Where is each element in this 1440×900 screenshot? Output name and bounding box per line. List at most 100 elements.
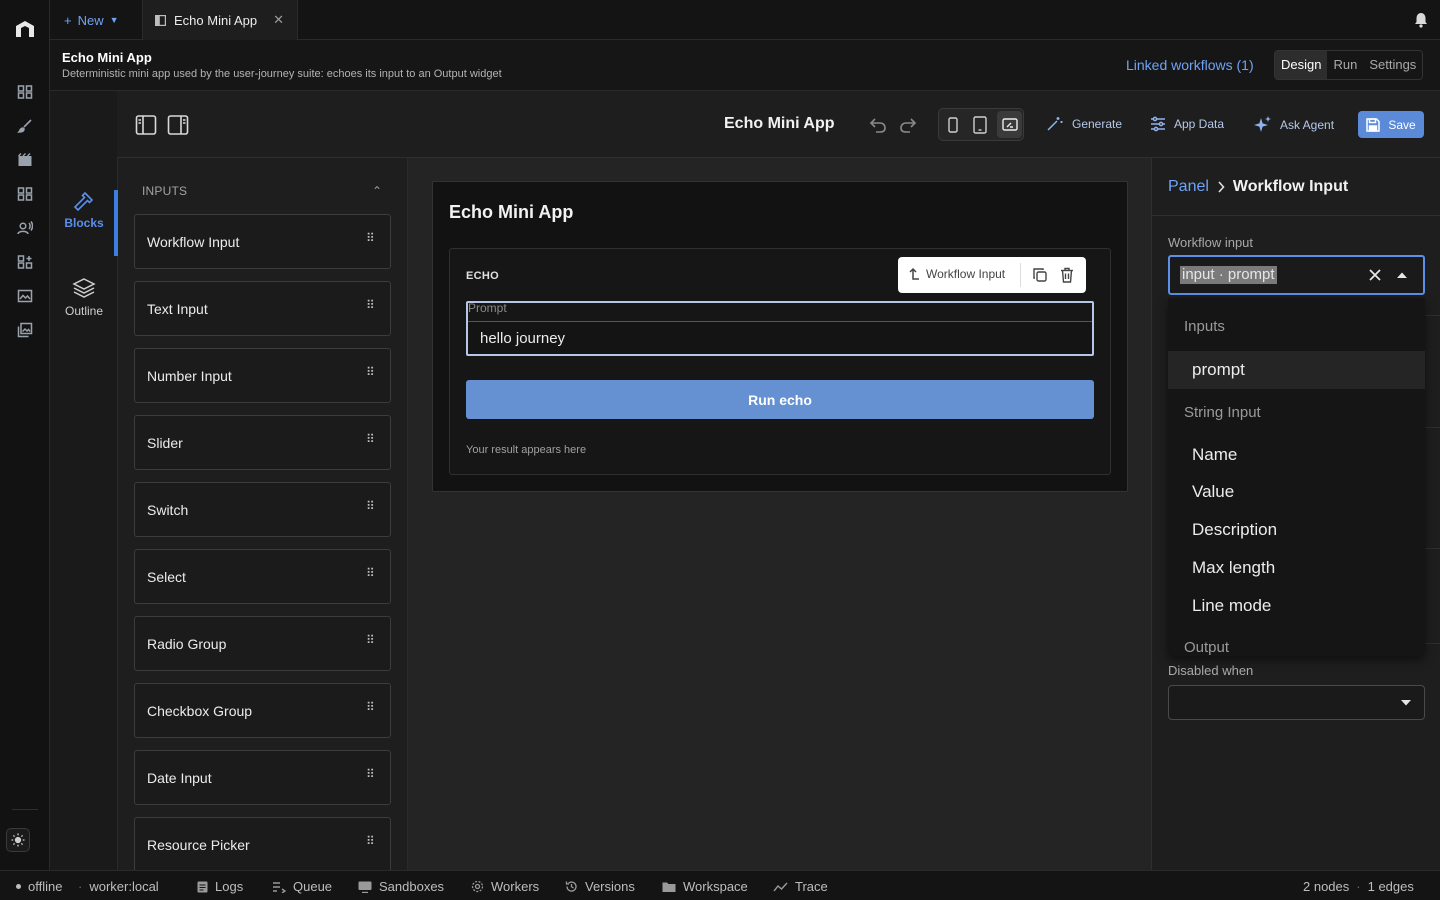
voice-agent-icon[interactable] <box>13 216 37 240</box>
mode-tabs: Design Run Settings <box>1274 50 1424 80</box>
drag-handle-icon[interactable]: ⠿ <box>366 768 375 780</box>
arrow-up-left-icon <box>909 267 919 280</box>
film-icon[interactable] <box>13 148 37 172</box>
drag-handle-icon[interactable]: ⠿ <box>366 366 375 378</box>
dropdown-option-max-length[interactable]: Max length <box>1168 549 1425 587</box>
select-parent-button[interactable]: Workflow Input <box>908 267 1005 281</box>
tab-design[interactable]: Design <box>1275 51 1328 79</box>
tab-run[interactable]: Run <box>1327 51 1363 79</box>
dropdown-option-line-mode[interactable]: Line mode <box>1168 587 1425 625</box>
disabled-when-label: Disabled when <box>1168 663 1254 678</box>
close-tab-icon[interactable]: ✕ <box>273 12 284 28</box>
drag-handle-icon[interactable]: ⠿ <box>366 232 375 244</box>
dropdown-option-name[interactable]: Name <box>1168 436 1425 474</box>
outline-tab[interactable]: Outline <box>50 276 118 336</box>
workflow-input-combobox[interactable]: input · prompt <box>1168 255 1425 295</box>
block-number-input[interactable]: Number Input ⠿ <box>134 348 391 403</box>
dropdown-option-value[interactable]: Value <box>1168 473 1425 511</box>
gallery-icon[interactable] <box>13 284 37 308</box>
trace-button[interactable]: Trace <box>773 879 828 894</box>
block-label: Date Input <box>147 769 212 786</box>
trace-label: Trace <box>795 879 828 894</box>
notifications-bell-icon[interactable] <box>1414 12 1428 28</box>
breadcrumb-panel-link[interactable]: Panel <box>1168 178 1209 196</box>
blocks-tab[interactable]: Blocks <box>50 190 118 258</box>
dropdown-option-description[interactable]: Description <box>1168 511 1425 549</box>
caret-up-icon[interactable] <box>1396 271 1408 279</box>
combobox-value[interactable]: input · prompt <box>1180 266 1277 284</box>
block-radio-group[interactable]: Radio Group ⠿ <box>134 616 391 671</box>
ask-agent-button[interactable]: Ask Agent <box>1254 116 1334 134</box>
tab-bar: + New ▼ Echo Mini App ✕ <box>50 0 1440 40</box>
toggle-left-panel-icon[interactable] <box>135 114 157 136</box>
chevron-up-icon[interactable]: ⌃ <box>372 184 382 198</box>
run-echo-button[interactable]: Run echo <box>466 380 1094 419</box>
linked-workflows-link[interactable]: Linked workflows (1) <box>1126 57 1254 73</box>
block-label: Select <box>147 568 186 585</box>
prompt-input[interactable]: hello journey <box>468 321 1092 354</box>
caret-down-icon <box>1400 699 1412 707</box>
magic-wand-icon <box>1047 117 1063 131</box>
block-text-input[interactable]: Text Input ⠿ <box>134 281 391 336</box>
app-data-button[interactable]: App Data <box>1150 116 1224 132</box>
history-icon <box>565 881 577 892</box>
section-divider <box>1425 315 1440 316</box>
block-resource-picker[interactable]: Resource Picker ⠿ <box>134 817 391 870</box>
result-placeholder: Your result appears here <box>466 444 587 456</box>
drag-handle-icon[interactable]: ⠿ <box>366 567 375 579</box>
clear-selection-icon[interactable] <box>1366 266 1384 284</box>
block-switch[interactable]: Switch ⠿ <box>134 482 391 537</box>
block-label: Workflow Input <box>147 233 240 250</box>
dropdown-option-prompt[interactable]: prompt <box>1168 351 1425 389</box>
versions-label: Versions <box>585 879 635 894</box>
status-dot-icon <box>16 884 21 889</box>
sandboxes-button[interactable]: Sandboxes <box>358 879 444 894</box>
drag-handle-icon[interactable]: ⠿ <box>366 701 375 713</box>
workers-label: Workers <box>491 879 540 894</box>
save-label: Save <box>1388 117 1416 132</box>
generate-label: Generate <box>1072 117 1123 131</box>
dashboard-grid-icon[interactable] <box>13 80 37 104</box>
drag-handle-icon[interactable]: ⠿ <box>366 835 375 847</box>
block-select[interactable]: Select ⠿ <box>134 549 391 604</box>
queue-button[interactable]: Queue <box>272 879 332 894</box>
trash-icon[interactable] <box>1060 267 1074 283</box>
logo-icon[interactable] <box>13 17 37 41</box>
workflow-input-widget[interactable]: Prompt hello journey <box>466 301 1094 356</box>
tablet-device-icon[interactable] <box>973 116 987 134</box>
drag-handle-icon[interactable]: ⠿ <box>366 433 375 445</box>
image-library-icon[interactable] <box>13 318 37 342</box>
workers-button[interactable]: Workers <box>471 879 539 894</box>
redo-icon[interactable] <box>899 116 917 134</box>
brush-icon[interactable] <box>13 114 37 138</box>
builder-toolbar: Echo Mini App Generate App Data Ask Agen… <box>117 91 1440 158</box>
add-widget-icon[interactable] <box>13 250 37 274</box>
drag-handle-icon[interactable]: ⠿ <box>366 634 375 646</box>
tab-settings[interactable]: Settings <box>1363 51 1422 79</box>
duplicate-icon[interactable] <box>1032 267 1048 283</box>
theme-sun-icon[interactable] <box>6 828 30 852</box>
apps-grid-icon[interactable] <box>13 182 37 206</box>
block-label: Radio Group <box>147 635 227 652</box>
toggle-right-panel-icon[interactable] <box>167 114 189 136</box>
new-button[interactable]: + New ▼ <box>58 8 130 32</box>
versions-button[interactable]: Versions <box>565 879 635 894</box>
tab-echo-mini-app[interactable]: Echo Mini App ✕ <box>142 0 298 40</box>
block-checkbox-group[interactable]: Checkbox Group ⠿ <box>134 683 391 738</box>
block-workflow-input[interactable]: Workflow Input ⠿ <box>134 214 391 269</box>
workspace-button[interactable]: Workspace <box>662 879 748 894</box>
drag-handle-icon[interactable]: ⠿ <box>366 500 375 512</box>
generate-button[interactable]: Generate <box>1046 116 1122 132</box>
echo-panel[interactable]: ECHO Workflow Input Prompt hello journey… <box>449 248 1111 475</box>
desktop-device-icon[interactable] <box>997 111 1022 138</box>
block-date-input[interactable]: Date Input ⠿ <box>134 750 391 805</box>
logs-button[interactable]: Logs <box>197 879 243 894</box>
block-slider[interactable]: Slider ⠿ <box>134 415 391 470</box>
save-button[interactable]: Save <box>1358 111 1424 138</box>
drag-handle-icon[interactable]: ⠿ <box>366 299 375 311</box>
disabled-when-select[interactable] <box>1168 685 1425 720</box>
undo-icon[interactable] <box>869 116 887 134</box>
mobile-device-icon[interactable] <box>947 117 959 133</box>
block-label: Resource Picker <box>147 836 250 853</box>
sparkle-icon <box>1254 116 1271 132</box>
